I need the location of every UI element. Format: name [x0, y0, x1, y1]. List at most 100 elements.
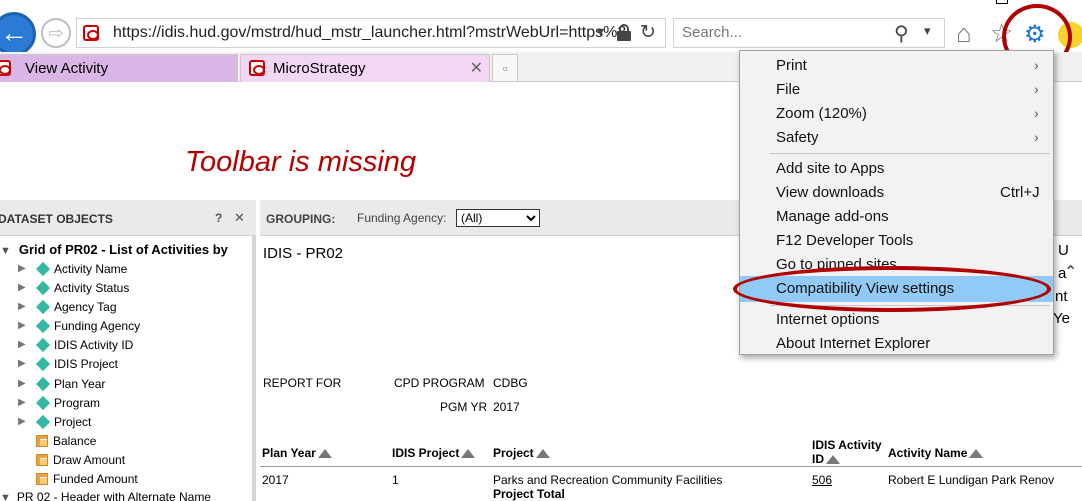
column-header-label: Plan Year	[262, 446, 316, 460]
activity-id-link[interactable]: 506	[812, 473, 832, 487]
sort-ascending-icon[interactable]	[535, 449, 550, 458]
menu-item-f12-developer-tools[interactable]: F12 Developer Tools	[776, 232, 913, 249]
tab-label: MicroStrategy	[273, 60, 366, 77]
column-header-label: ID	[812, 452, 824, 466]
shortcut-label: Ctrl+J	[1000, 184, 1040, 201]
tree-item-funding-agency[interactable]: ▶ Funding Agency	[18, 316, 140, 335]
tree-item-program[interactable]: ▶ Program	[18, 393, 100, 412]
edge-text-fragment: nt	[1055, 288, 1068, 305]
url-text[interactable]: https://idis.hud.gov/mstrd/hud_mstr_laun…	[113, 24, 626, 42]
tree-item-activity-status[interactable]: ▶ Activity Status	[18, 278, 129, 297]
tree-item-label: Activity Status	[54, 280, 130, 295]
menu-item-add-site[interactable]: Add site to Apps	[776, 160, 884, 177]
column-header-plan-year[interactable]: Plan Year	[262, 446, 332, 460]
dataset-objects-panel: DATASET OBJECTS ? ✕ ▼ Grid of PR02 - List…	[0, 200, 256, 501]
attribute-icon	[35, 261, 51, 276]
refresh-icon[interactable]: ↻	[640, 21, 656, 44]
scroll-up-arrow-icon[interactable]: ⌃	[1064, 262, 1077, 282]
column-header-idis-activity-id[interactable]: IDIS Activity ID	[812, 438, 882, 466]
menu-item-about-ie[interactable]: About Internet Explorer	[776, 335, 930, 352]
tree-item-activity-name[interactable]: ▶ Activity Name	[18, 259, 127, 278]
pgm-yr-value: 2017	[493, 400, 520, 414]
menu-item-manage-addons[interactable]: Manage add-ons	[776, 208, 889, 225]
collapse-triangle-icon[interactable]: ▼	[0, 492, 11, 501]
cell-project: Parks and Recreation Community Facilitie…	[493, 473, 723, 487]
grid-dataset-label: Grid of PR02 - List of Activities by	[18, 242, 228, 257]
dataset-panel-title: DATASET OBJECTS	[0, 212, 113, 226]
expand-triangle-icon[interactable]: ▶	[18, 397, 36, 408]
tree-item-idis-activity-id[interactable]: ▶ IDIS Activity ID	[18, 335, 133, 354]
close-tab-icon[interactable]: ✕	[470, 58, 483, 78]
expand-triangle-icon[interactable]: ▶	[18, 282, 36, 293]
compatibility-highlight-ellipse	[733, 266, 1051, 312]
tab-favicon	[0, 60, 11, 76]
expand-triangle-icon[interactable]: ▶	[18, 301, 36, 312]
grouping-label: GROUPING:	[266, 212, 336, 226]
help-icon[interactable]: ?	[215, 211, 222, 225]
attribute-icon	[35, 395, 51, 410]
sort-ascending-icon[interactable]	[826, 455, 840, 464]
menu-item-view-downloads[interactable]: View downloads	[776, 184, 884, 201]
header-dataset-node[interactable]: ▼ PR 02 - Header with Alternate Name	[0, 490, 211, 501]
menu-item-print[interactable]: Print	[776, 57, 807, 74]
funding-agency-label: Funding Agency:	[357, 211, 447, 225]
expand-triangle-icon[interactable]: ▶	[18, 263, 36, 274]
cell-idis-project: 1	[392, 473, 399, 487]
grid-dataset-node[interactable]: ▼ Grid of PR02 - List of Activities by	[0, 242, 228, 257]
tree-item-agency-tag[interactable]: ▶ Agency Tag	[18, 297, 117, 316]
expand-triangle-icon[interactable]: ▶	[18, 320, 36, 331]
sort-ascending-icon[interactable]	[317, 449, 332, 458]
menu-separator	[770, 153, 1050, 154]
tree-item-funded-amount[interactable]: Funded Amount	[18, 469, 138, 488]
menu-item-file[interactable]: File	[776, 81, 800, 98]
tree-item-plan-year[interactable]: ▶ Plan Year	[18, 374, 105, 393]
column-header-activity-name[interactable]: Activity Name	[888, 446, 984, 460]
expand-triangle-icon[interactable]: ▶	[18, 416, 36, 427]
report-title: IDIS - PR02	[263, 245, 344, 262]
maximize-icon[interactable]	[996, 0, 1008, 4]
menu-item-safety[interactable]: Safety	[776, 129, 819, 146]
address-dropdown-icon[interactable]: ▾	[597, 23, 604, 40]
submenu-arrow-icon: ›	[1034, 129, 1039, 145]
dataset-panel-header: DATASET OBJECTS ? ✕	[0, 200, 256, 236]
sort-ascending-icon[interactable]	[969, 449, 984, 458]
menu-item-zoom[interactable]: Zoom (120%)	[776, 105, 867, 122]
tree-item-label: Draw Amount	[53, 452, 126, 467]
attribute-icon	[35, 318, 51, 333]
search-icon[interactable]: ⚲	[894, 21, 909, 46]
tab-microstrategy[interactable]: MicroStrategy ✕	[240, 54, 490, 82]
submenu-arrow-icon: ›	[1034, 81, 1039, 97]
column-header-idis-project[interactable]: IDIS Project	[392, 446, 476, 460]
tree-item-project[interactable]: ▶ Project	[18, 412, 91, 431]
funding-agency-select[interactable]: (All)	[456, 209, 540, 227]
tree-item-idis-project[interactable]: ▶ IDIS Project	[18, 354, 118, 373]
home-icon[interactable]: ⌂	[956, 18, 972, 49]
edge-text-fragment: U	[1058, 242, 1069, 259]
back-arrow-icon[interactable]: ←	[0, 12, 36, 56]
collapse-triangle-icon[interactable]: ▼	[0, 245, 11, 257]
expand-triangle-icon[interactable]: ▶	[18, 339, 36, 350]
tree-item-balance[interactable]: Balance	[18, 431, 96, 450]
new-tab-button[interactable]: ▫	[492, 54, 518, 82]
search-box[interactable]: ⚲ ▾	[673, 18, 945, 48]
tab-view-activity[interactable]: View Activity	[0, 54, 238, 82]
edge-text-fragment: Ye	[1053, 310, 1070, 327]
lock-icon[interactable]	[617, 24, 631, 41]
address-bar[interactable]: https://idis.hud.gov/mstrd/hud_mstr_laun…	[76, 18, 666, 48]
pgm-yr-label: PGM YR	[440, 400, 488, 414]
attribute-icon	[35, 414, 51, 429]
site-favicon	[83, 25, 99, 41]
menu-item-internet-options[interactable]: Internet options	[776, 311, 879, 328]
expand-triangle-icon[interactable]: ▶	[18, 378, 36, 389]
expand-triangle-icon[interactable]: ▶	[18, 358, 36, 369]
column-header-label: Project	[493, 446, 534, 460]
search-input[interactable]	[682, 24, 882, 41]
tree-item-label: Plan Year	[54, 376, 106, 391]
column-header-project[interactable]: Project	[493, 446, 550, 460]
tree-item-draw-amount[interactable]: Draw Amount	[18, 450, 125, 469]
close-icon[interactable]: ✕	[234, 210, 245, 226]
forward-arrow-icon[interactable]: ⇨	[41, 18, 71, 48]
sort-ascending-icon[interactable]	[461, 449, 476, 458]
tree-item-label: IDIS Activity ID	[54, 337, 134, 352]
search-dropdown-icon[interactable]: ▾	[924, 23, 931, 39]
